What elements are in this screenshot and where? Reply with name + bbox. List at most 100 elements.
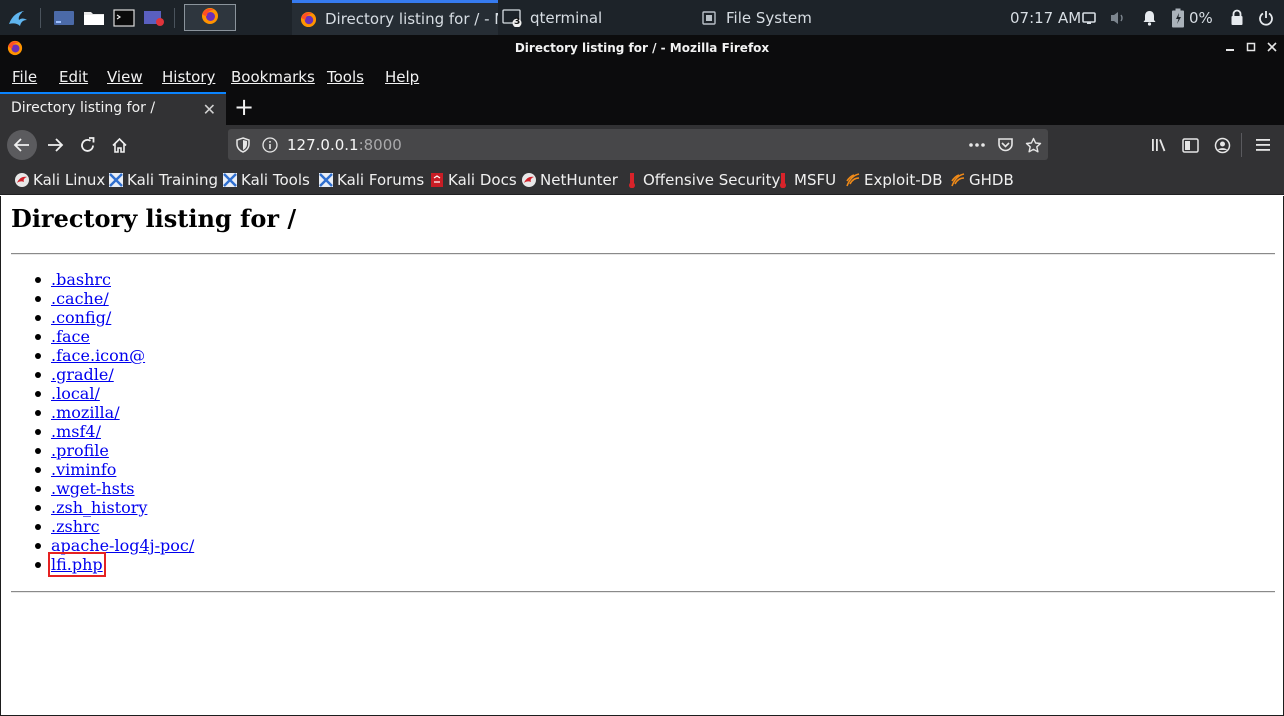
folder-icon xyxy=(702,10,716,25)
tracking-protection-shield-icon[interactable] xyxy=(234,136,252,154)
firefox-icon xyxy=(300,11,317,28)
menu-history[interactable]: History xyxy=(162,68,215,86)
pocket-icon[interactable] xyxy=(996,136,1014,154)
file-link[interactable]: .cache/ xyxy=(51,289,109,308)
bookmark-kali-tools[interactable]: Kali Tools xyxy=(222,171,310,189)
file-link[interactable]: .local/ xyxy=(51,384,100,403)
bookmark-kali-docs[interactable]: Kali Docs xyxy=(429,171,517,189)
volume-muted-icon[interactable] xyxy=(1108,5,1128,30)
menu-tools[interactable]: Tools xyxy=(327,68,364,86)
file-link-highlighted[interactable]: lfi.php xyxy=(48,552,106,577)
terminal-launcher-icon[interactable] xyxy=(112,5,136,30)
taskbar-item-firefox[interactable]: Directory listing for / - M... xyxy=(292,0,498,35)
display-icon[interactable] xyxy=(1080,5,1098,30)
menu-bookmarks[interactable]: Bookmarks xyxy=(231,68,315,86)
msfu-icon xyxy=(775,172,791,188)
taskbar-item-label: qterminal xyxy=(530,8,603,27)
maximize-icon[interactable] xyxy=(1243,39,1259,55)
close-tab-icon[interactable]: ✕ xyxy=(203,100,216,119)
bookmarks-toolbar: Kali Linux Kali Training Kali Tools Kali… xyxy=(0,164,1284,195)
file-link[interactable]: .gradle/ xyxy=(51,365,114,384)
file-link[interactable]: .bashrc xyxy=(51,270,111,289)
battery-percent: 0% xyxy=(1189,8,1213,27)
page-heading: Directory listing for / xyxy=(11,204,297,233)
file-link[interactable]: .face xyxy=(51,327,90,346)
bookmark-msfu[interactable]: MSFU xyxy=(775,171,836,189)
menu-file[interactable]: File xyxy=(12,68,37,86)
home-button[interactable] xyxy=(104,130,134,160)
list-item: .zshrc xyxy=(35,517,194,536)
bookmark-kali-linux[interactable]: Kali Linux xyxy=(14,171,105,189)
close-window-icon[interactable] xyxy=(1264,39,1280,55)
back-arrow-icon xyxy=(13,138,29,152)
battery-icon[interactable] xyxy=(1168,5,1188,30)
exploit-db-icon xyxy=(845,172,861,188)
list-item: .cache/ xyxy=(35,289,194,308)
bookmark-kali-training[interactable]: Kali Training xyxy=(108,171,218,189)
clock[interactable]: 07:17 AM xyxy=(1010,0,1081,35)
list-item: .viminfo xyxy=(35,460,194,479)
file-link[interactable]: .wget-hsts xyxy=(51,479,134,498)
file-link[interactable]: .face.icon@ xyxy=(51,346,145,365)
list-item: .msf4/ xyxy=(35,422,194,441)
menubar: File Edit View History Bookmarks Tools H… xyxy=(0,61,1284,92)
menu-edit[interactable]: Edit xyxy=(59,68,88,86)
list-item: .config/ xyxy=(35,308,194,327)
menu-help[interactable]: Help xyxy=(385,68,419,86)
menu-view[interactable]: View xyxy=(107,68,143,86)
bookmark-ghdb[interactable]: GHDB xyxy=(950,171,1014,189)
list-item: lfi.php xyxy=(35,552,194,577)
kali-docs-icon xyxy=(429,172,445,188)
sidebar-toggle-icon[interactable] xyxy=(1179,134,1201,156)
reload-button[interactable] xyxy=(72,130,102,160)
bookmark-kali-forums[interactable]: Kali Forums xyxy=(318,171,424,189)
page-actions-icon[interactable] xyxy=(968,136,986,154)
taskbar-item-file-system[interactable]: File System xyxy=(702,0,882,35)
file-link[interactable]: .profile xyxy=(51,441,109,460)
desktop-top-panel: Directory listing for / - M... 3 qtermin… xyxy=(0,0,1284,35)
show-desktop-icon[interactable] xyxy=(52,5,76,30)
file-link[interactable]: .zsh_history xyxy=(51,498,147,517)
list-item: .mozilla/ xyxy=(35,403,194,422)
site-info-icon[interactable] xyxy=(261,136,279,154)
kali-dragon-icon xyxy=(14,172,30,188)
workspace-switcher[interactable] xyxy=(184,4,236,31)
screen-recorder-icon[interactable] xyxy=(142,5,166,30)
window-titlebar[interactable]: Directory listing for / - Mozilla Firefo… xyxy=(0,35,1284,61)
list-item: .face.icon@ xyxy=(35,346,194,365)
power-icon[interactable] xyxy=(1256,5,1276,30)
back-button[interactable] xyxy=(7,130,37,160)
taskbar-item-qterminal[interactable]: 3 qterminal xyxy=(500,0,690,35)
new-tab-button[interactable]: + xyxy=(234,94,254,120)
bookmark-nethunter[interactable]: NetHunter xyxy=(521,171,618,189)
file-link[interactable]: .viminfo xyxy=(51,460,116,479)
minimize-icon[interactable] xyxy=(1222,39,1238,55)
file-link[interactable]: .msf4/ xyxy=(51,422,101,441)
kali-menu-icon[interactable] xyxy=(4,5,32,30)
bookmark-exploit-db[interactable]: Exploit-DB xyxy=(845,171,943,189)
library-icon[interactable] xyxy=(1148,134,1170,156)
list-item: .wget-hsts xyxy=(35,479,194,498)
top-divider xyxy=(11,253,1275,255)
file-manager-icon[interactable] xyxy=(82,5,106,30)
bookmark-star-icon[interactable] xyxy=(1024,136,1042,154)
file-link[interactable]: .mozilla/ xyxy=(51,403,120,422)
ghdb-icon xyxy=(950,172,966,188)
file-link[interactable]: apache-log4j-poc/ xyxy=(51,536,194,555)
tab-directory-listing[interactable]: Directory listing for / ✕ xyxy=(0,92,226,125)
account-icon[interactable] xyxy=(1211,134,1233,156)
url-text[interactable]: 127.0.0.1:8000 xyxy=(287,136,402,154)
file-link[interactable]: .zshrc xyxy=(51,517,100,536)
lock-screen-icon[interactable] xyxy=(1228,5,1246,30)
hamburger-menu-icon[interactable] xyxy=(1252,134,1274,156)
firefox-icon xyxy=(201,7,219,29)
taskbar-item-label: File System xyxy=(726,8,812,27)
forward-button[interactable] xyxy=(40,130,70,160)
url-bar[interactable]: 127.0.0.1:8000 xyxy=(228,129,1048,160)
bookmark-offensive-security[interactable]: Offensive Security xyxy=(624,171,780,189)
list-item: apache-log4j-poc/ xyxy=(35,536,194,555)
file-link[interactable]: .config/ xyxy=(51,308,111,327)
list-item: .local/ xyxy=(35,384,194,403)
notifications-bell-icon[interactable] xyxy=(1140,5,1158,30)
list-item: .face xyxy=(35,327,194,346)
